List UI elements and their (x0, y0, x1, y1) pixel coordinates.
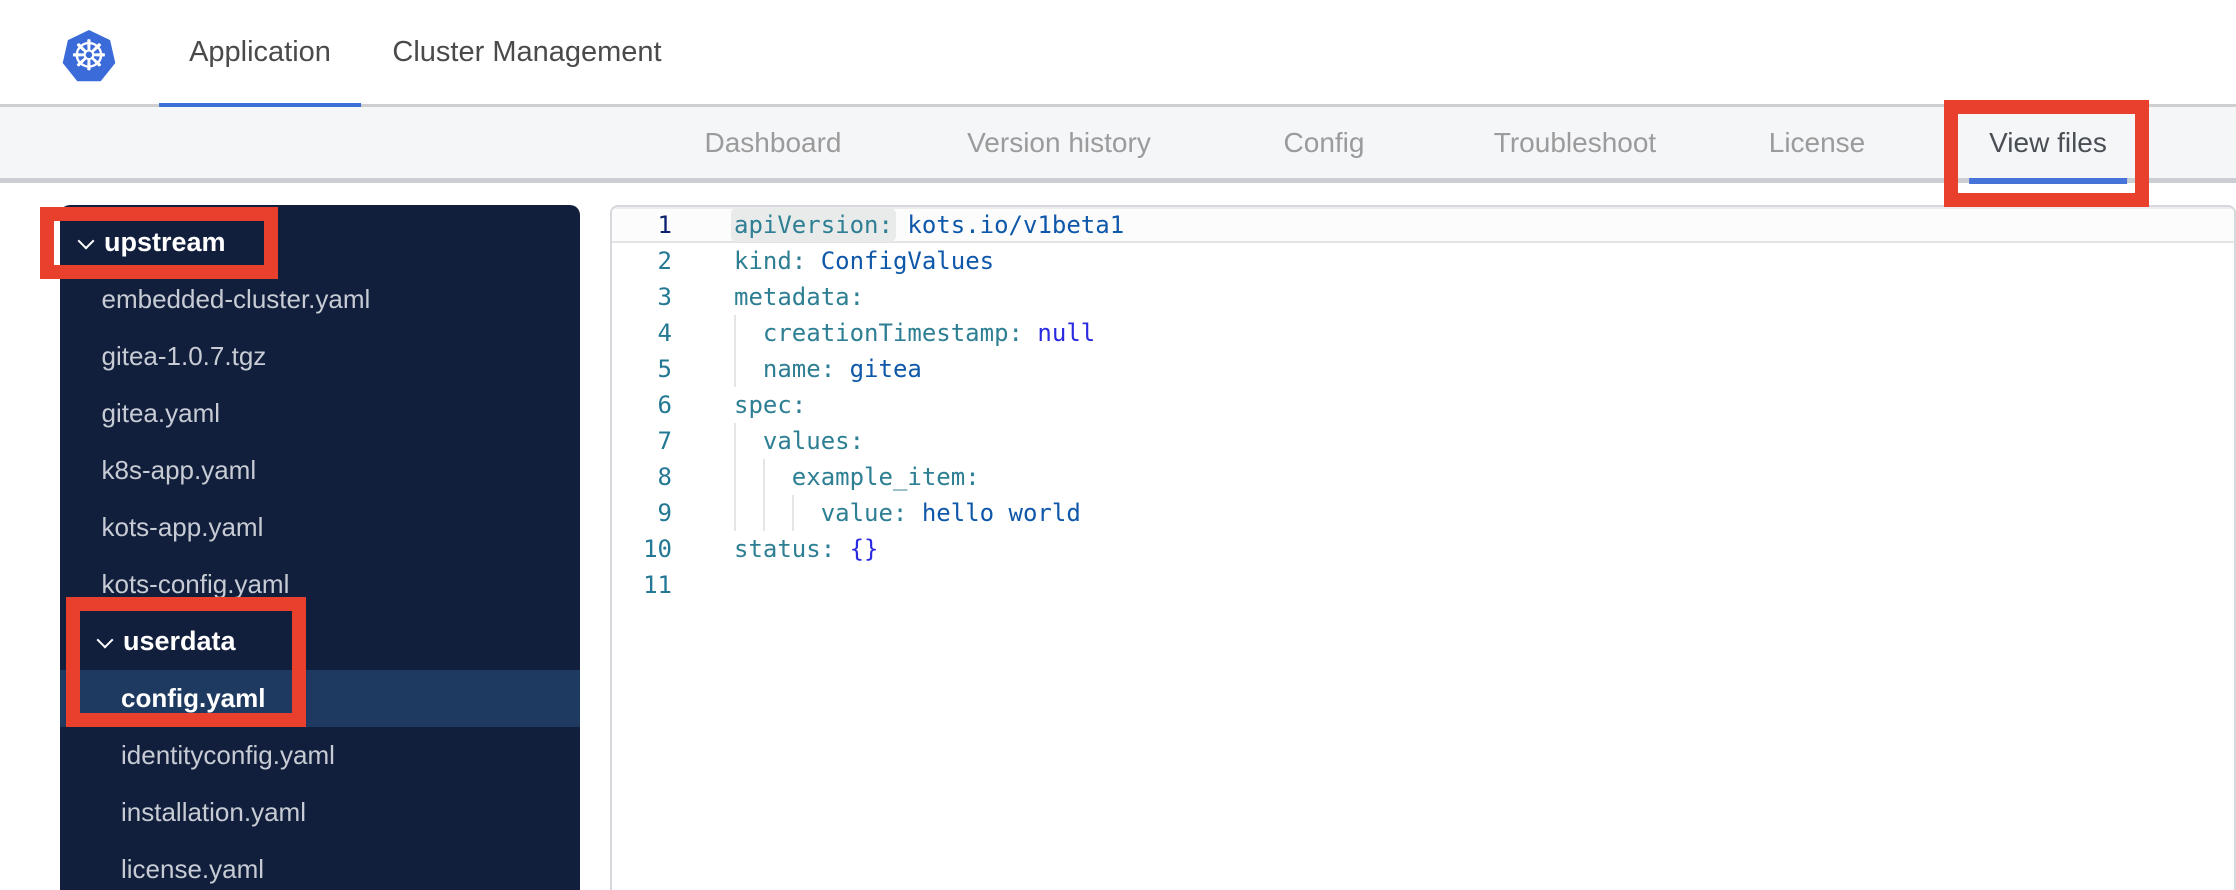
code-content: metadata: (734, 279, 864, 315)
file-label: installation.yaml (121, 797, 306, 827)
tree-folder-userdata[interactable]: userdata (60, 613, 580, 670)
app-tab-bar: Dashboard Version history Config Troublesho… (0, 107, 2236, 184)
indent-guide (734, 459, 736, 495)
token: hello world (907, 499, 1081, 527)
chevron-down-icon (95, 632, 115, 652)
top-navbar: ☸ Application Cluster Management (0, 0, 2236, 109)
line-number: 9 (657, 499, 672, 527)
nav-tab-application[interactable]: Application (159, 0, 361, 109)
indent-guide (734, 315, 736, 351)
code-line-2: 2 kind: ConfigValues (612, 243, 2234, 279)
indent-guide (734, 423, 736, 459)
indent-guide (734, 495, 736, 531)
token: gitea (835, 355, 922, 383)
token: status: (734, 535, 836, 563)
indent-guide (762, 495, 765, 531)
file-label: license.yaml (121, 854, 265, 884)
tab-config[interactable]: Config (1264, 107, 1385, 178)
tree-folder-upstream[interactable]: upstream (60, 214, 580, 271)
file-label: embedded-cluster.yaml (101, 284, 371, 314)
token: values: (762, 427, 865, 455)
tree-file-gitea-1-0-7-tgz[interactable]: gitea-1.0.7.tgz (60, 328, 580, 385)
token: value: (820, 499, 908, 527)
tree-file-kots-app-yaml[interactable]: kots-app.yaml (60, 499, 580, 556)
token: spec: (734, 391, 807, 419)
yaml-file-viewer[interactable]: 1 apiVersion: kots.io/v1beta1 2 kind: Confi… (610, 205, 2236, 890)
code-line-3: 3 metadata: (612, 279, 2234, 315)
kots-admin-console: ☸ Application Cluster Management Dashboar… (0, 0, 2236, 890)
tree-file-kots-config-yaml[interactable]: kots-config.yaml (60, 556, 580, 613)
code-line-4: 4 creationTimestamp: null (612, 315, 2234, 351)
code-line-1: 1 apiVersion: kots.io/v1beta1 (612, 207, 2234, 243)
code-content: apiVersion: kots.io/v1beta1 (734, 207, 1124, 243)
file-label: k8s-app.yaml (101, 455, 257, 485)
indent-guide (734, 351, 736, 387)
token: kots.io/v1beta1 (892, 211, 1125, 239)
token: example_item: (791, 463, 980, 491)
token: creationTimestamp: (762, 319, 1023, 347)
tree-file-license-yaml[interactable]: license.yaml (60, 841, 580, 890)
tree-file-identityconfig-yaml[interactable]: identityconfig.yaml (60, 727, 580, 784)
line-number: 1 (657, 211, 672, 239)
token: ConfigValues (806, 247, 995, 275)
chevron-down-icon (76, 233, 96, 253)
line-number: 6 (657, 391, 672, 419)
code-content: name: gitea (734, 351, 922, 387)
folder-label: upstream (104, 227, 226, 257)
tab-troubleshoot[interactable]: Troubleshoot (1474, 107, 1676, 178)
code-line-6: 6 spec: (612, 387, 2234, 423)
token: metadata: (734, 283, 865, 311)
tree-file-k8s-app-yaml[interactable]: k8s-app.yaml (60, 442, 580, 499)
tree-file-embedded-cluster-yaml[interactable]: embedded-cluster.yaml (60, 271, 580, 328)
indent-guide (791, 495, 794, 531)
line-number: 11 (643, 571, 672, 599)
folder-label: userdata (123, 626, 236, 656)
code-line-11: 11 (612, 567, 2234, 603)
code-line-10: 10 status: {} (612, 531, 2234, 567)
code-line-8: 8 example_item: (612, 459, 2234, 495)
code-content: creationTimestamp: null (734, 315, 1095, 351)
token: kind: (734, 247, 807, 275)
helm-wheel-glyph: ☸ (70, 32, 108, 79)
code-content: values: (734, 423, 864, 459)
line-number: 5 (657, 355, 672, 383)
tab-version-history[interactable]: Version history (947, 107, 1171, 178)
file-label: kots-config.yaml (101, 569, 290, 599)
tree-file-gitea-yaml[interactable]: gitea.yaml (60, 385, 580, 442)
indent-guide (762, 459, 765, 495)
code-content: value: hello world (734, 495, 1081, 531)
file-label: gitea.yaml (101, 398, 221, 428)
tab-view-files[interactable]: View files (1969, 107, 2127, 184)
file-label: kots-app.yaml (101, 512, 264, 542)
code-content: spec: (734, 387, 806, 423)
file-tree-sidebar: upstream embedded-cluster.yaml gitea-1.0.7… (60, 205, 580, 890)
tab-dashboard[interactable]: Dashboard (685, 107, 862, 178)
token: apiVersion: (734, 211, 893, 239)
file-label: identityconfig.yaml (121, 740, 335, 770)
line-number: 8 (657, 463, 672, 491)
line-number: 3 (657, 283, 672, 311)
kubernetes-logo-icon[interactable]: ☸ (62, 30, 116, 82)
line-number: 4 (657, 319, 672, 347)
code-content: example_item: (734, 459, 980, 495)
line-number: 10 (643, 535, 672, 563)
tree-file-installation-yaml[interactable]: installation.yaml (60, 784, 580, 841)
code-line-7: 7 values: (612, 423, 2234, 459)
file-label: gitea-1.0.7.tgz (101, 341, 267, 371)
token: null (1022, 319, 1096, 347)
token: name: (762, 355, 836, 383)
tab-license[interactable]: License (1749, 107, 1886, 178)
code-line-5: 5 name: gitea (612, 351, 2234, 387)
tree-file-config-yaml[interactable]: config.yaml (60, 670, 580, 727)
code-line-9: 9 value: hello world (612, 495, 2234, 531)
code-content: kind: ConfigValues (734, 243, 994, 279)
code-content: status: {} (734, 531, 879, 567)
nav-tab-cluster-management[interactable]: Cluster Management (362, 0, 691, 104)
file-label: config.yaml (121, 683, 266, 713)
token: {} (835, 535, 879, 563)
line-number: 2 (657, 247, 672, 275)
line-number: 7 (657, 427, 672, 455)
